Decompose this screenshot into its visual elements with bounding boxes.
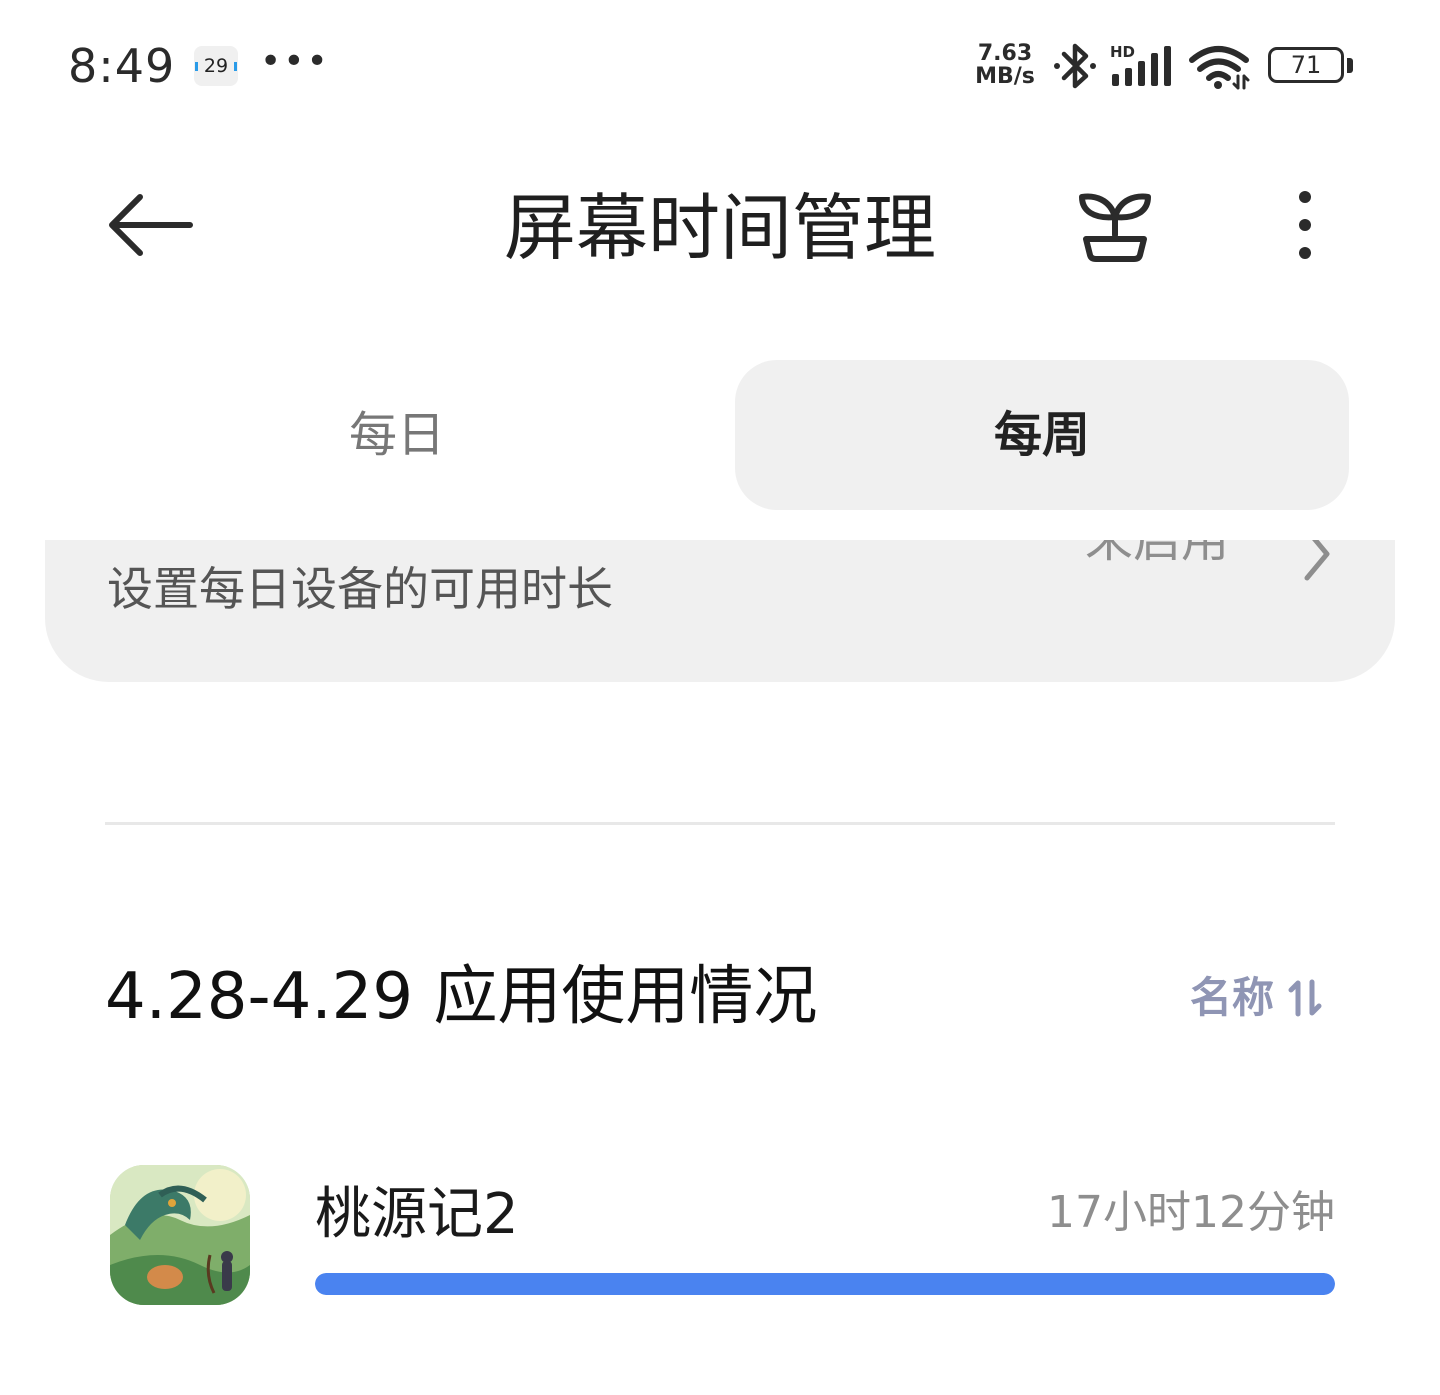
tab-daily[interactable]: 每日 [90,360,704,510]
tab-weekly[interactable]: 每周 [735,360,1349,510]
sprout-button[interactable] [1070,185,1160,269]
notification-calendar-icon: 29 [194,46,238,86]
sort-button[interactable]: 名称 [1190,968,1322,1028]
page-title: 屏幕时间管理 [503,186,936,270]
usage-section-title: 4.28-4.29 应用使用情况 [105,960,818,1034]
app-usage-duration: 17小时12分钟 [1047,1187,1335,1238]
screen-time-page: 8:49 29 ••• 7.63 MB/s HD 71 屏幕时间管理 每日 每周… [0,0,1440,1395]
battery-icon: 71 [1268,47,1344,83]
cellular-signal-icon: HD [1110,44,1171,86]
battery-tip [1347,58,1353,73]
bluetooth-icon [1054,43,1096,89]
sprout-icon [1079,193,1151,262]
more-menu-button[interactable] [1270,180,1340,270]
notification-badge-text: 29 [203,55,229,77]
more-notifications-icon: ••• [260,41,330,82]
limit-status: 未启用 [1085,540,1230,568]
arrow-left-icon [109,194,193,256]
limit-description: 设置每日设备的可用时长 [107,562,613,616]
network-speed-unit: MB/s [975,64,1035,89]
status-time: 8:49 [68,39,176,93]
back-button[interactable] [100,180,200,270]
sort-label: 名称 [1190,973,1275,1022]
usage-bar-fill [315,1273,1335,1295]
usage-bar-track [315,1273,1335,1295]
network-speed-value: 7.63 [977,41,1033,66]
network-speed: 7.63 MB/s [968,42,1042,88]
chevron-right-icon [1304,540,1330,581]
wifi-icon [1189,46,1250,90]
app-icon [110,1165,250,1305]
section-divider [105,822,1335,825]
screen-time-limit-card[interactable]: 未启用 设置每日设备的可用时长 [45,540,1395,682]
sort-order-icon [1288,979,1322,1017]
battery-level: 71 [1290,51,1322,79]
network-type-label: HD [1110,44,1135,61]
more-vertical-icon [1299,191,1311,259]
app-usage-row[interactable]: 桃源记2 17小时12分钟 [105,1160,1340,1320]
app-name: 桃源记2 [315,1182,519,1247]
